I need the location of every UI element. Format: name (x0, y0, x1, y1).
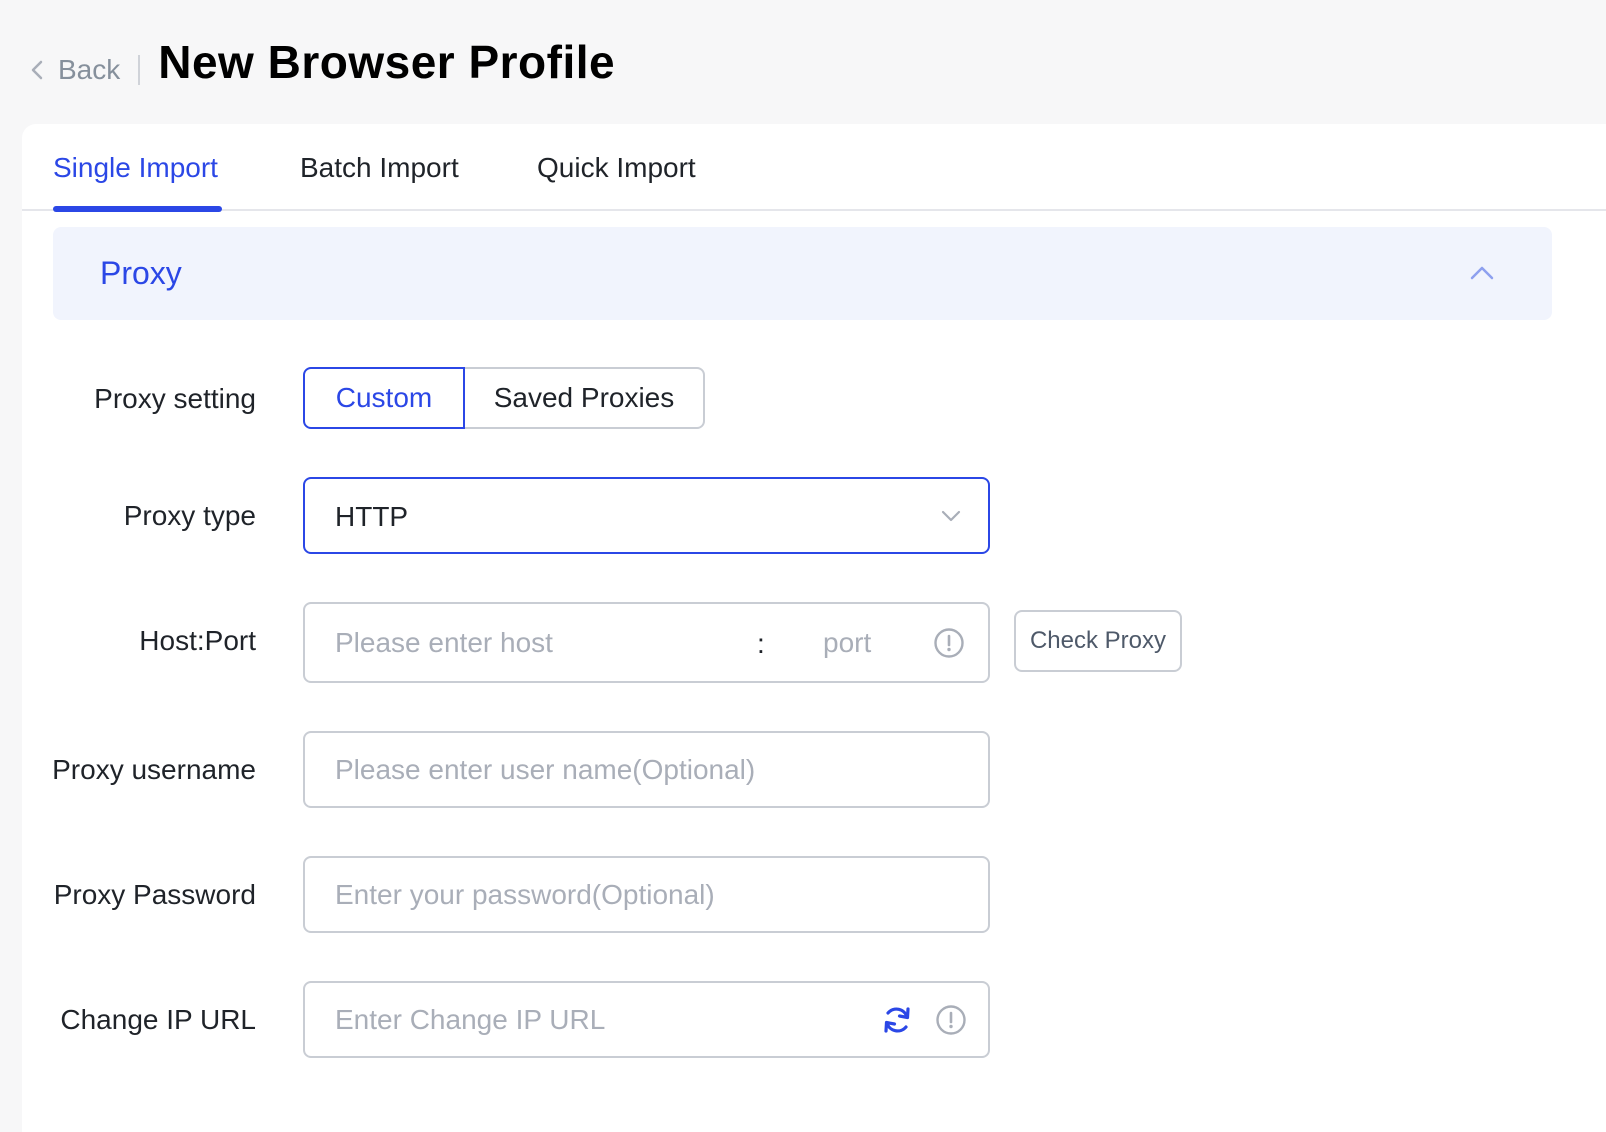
tab-quick-import[interactable]: Quick Import (537, 152, 696, 184)
back-label: Back (58, 54, 121, 85)
tab-single-import[interactable]: Single Import (53, 152, 218, 184)
active-tab-indicator (53, 206, 222, 212)
chevron-down-icon (941, 510, 961, 522)
host-port-field: : (303, 602, 990, 683)
info-circle-icon[interactable] (933, 627, 965, 659)
import-tabs: Single Import Batch Import Quick Import (22, 124, 1606, 212)
chevron-up-icon[interactable] (1469, 265, 1495, 281)
change-ip-url-input[interactable] (335, 983, 855, 1056)
proxy-type-select[interactable]: HTTP (303, 477, 990, 554)
refresh-icon[interactable] (881, 1004, 913, 1036)
chevron-left-icon (31, 60, 43, 80)
host-port-label: Host:Port (139, 625, 256, 656)
proxy-username-label: Proxy username (52, 754, 256, 785)
back-button[interactable]: Back (30, 54, 120, 86)
proxy-password-field (303, 856, 990, 933)
check-proxy-button[interactable]: Check Proxy (1014, 610, 1182, 672)
host-port-separator: : (757, 628, 765, 659)
tab-batch-import[interactable]: Batch Import (300, 152, 459, 184)
proxy-password-input[interactable] (335, 858, 955, 931)
section-title: Proxy (100, 255, 182, 291)
change-ip-url-label: Change IP URL (60, 1004, 256, 1035)
page-header: Back New Browser Profile (0, 0, 1606, 124)
proxy-username-input[interactable] (335, 733, 955, 806)
proxy-type-label: Proxy type (123, 500, 256, 531)
info-circle-icon[interactable] (935, 1004, 967, 1036)
header-divider (138, 55, 141, 85)
proxy-type-value: HTTP (335, 501, 409, 532)
saved-proxies-option-button[interactable]: Saved Proxies (465, 367, 705, 429)
proxy-password-label: Proxy Password (53, 879, 256, 910)
custom-option-button[interactable]: Custom (303, 367, 465, 429)
page-title: New Browser Profile (158, 36, 616, 88)
change-ip-url-field (303, 981, 990, 1058)
proxy-username-field (303, 731, 990, 808)
host-input[interactable] (335, 604, 735, 681)
profile-form-card: Single Import Batch Import Quick Import … (22, 124, 1606, 1132)
proxy-setting-segmented: Custom Saved Proxies (303, 367, 705, 429)
proxy-setting-label: Proxy setting (94, 383, 256, 414)
proxy-section-header[interactable]: Proxy (53, 227, 1552, 320)
port-input[interactable] (823, 604, 913, 681)
